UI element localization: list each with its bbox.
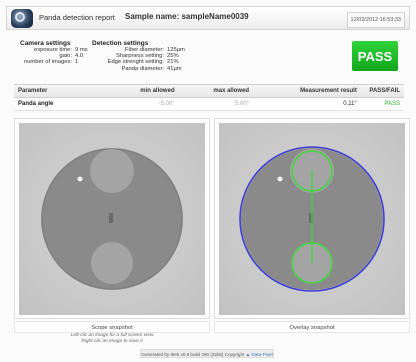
cell-max-allowed: 5.00° [235,101,250,107]
settings-section: Camera settings exposure time: 9 ms gain… [14,36,404,78]
col-measurement-result: Measurement result [300,88,357,94]
report-datetime: 12/03/2012 16:53:33 [346,12,405,28]
hint-right-click: Right-clic an image to save it [81,338,143,344]
report-header: Panda detection report Sample name: samp… [6,6,410,30]
pass-badge: PASS [352,41,398,71]
camera-settings-title: Camera settings [20,40,71,47]
overlay-snapshot-image[interactable] [219,123,405,315]
setting-key: Panda diameter: [121,65,164,72]
image-hints: Left-clic an image for a full screen vie… [14,333,210,345]
col-pass-fail: PASS/FAIL [369,88,400,94]
detection-settings: Detection settings Fiber diameter: 125µm… [92,40,185,72]
col-min-allowed: min allowed [140,88,175,94]
overlay-snapshot-panel[interactable] [214,118,410,319]
overlay-caption: Overlay snapshot [214,321,410,333]
report-title: Panda detection report [39,13,115,22]
overlay-snapshot-graphic [219,123,405,315]
results-table: Parameter min allowed max allowed Measur… [14,84,404,111]
brand-logo-icon: ▲ [245,352,251,357]
scope-snapshot-graphic [19,123,205,315]
cell-min-allowed: -5.00° [158,101,175,107]
cell-pass-fail: PASS [384,101,400,107]
app-logo-icon [11,9,33,28]
footer-brand[interactable]: Data-Pixel [251,352,272,357]
scope-snapshot-image[interactable] [19,123,205,315]
sample-name: Sample name: sampleName0039 [125,12,249,21]
report-page: Panda detection report Sample name: samp… [0,0,416,362]
cell-parameter: Panda angle [18,101,54,107]
report-footer: Generated by 8tek v0.9 build 280 (32bit)… [140,349,274,358]
col-max-allowed: max allowed [213,88,250,94]
col-parameter: Parameter [18,88,48,94]
setting-value: 1 [75,59,79,66]
camera-settings: Camera settings exposure time: 9 ms gain… [20,40,88,66]
detection-setting-row: Panda diameter: 41µm [92,66,185,72]
setting-key: number of images: [23,59,72,66]
detection-settings-title: Detection settings [92,40,149,47]
table-row: Panda angle -5.00° 5.00° 0.11° PASS [14,98,404,111]
table-header: Parameter min allowed max allowed Measur… [14,84,404,98]
scope-snapshot-panel[interactable] [14,118,210,319]
scope-caption: Scope snapshot [14,321,210,333]
setting-value: 41µm [167,65,182,72]
cell-measurement-result: 0.11° [343,101,357,107]
footer-text: Generated by 8tek v0.9 build 280 (32bit)… [141,352,245,357]
camera-setting-row: number of images: 1 [20,59,88,65]
